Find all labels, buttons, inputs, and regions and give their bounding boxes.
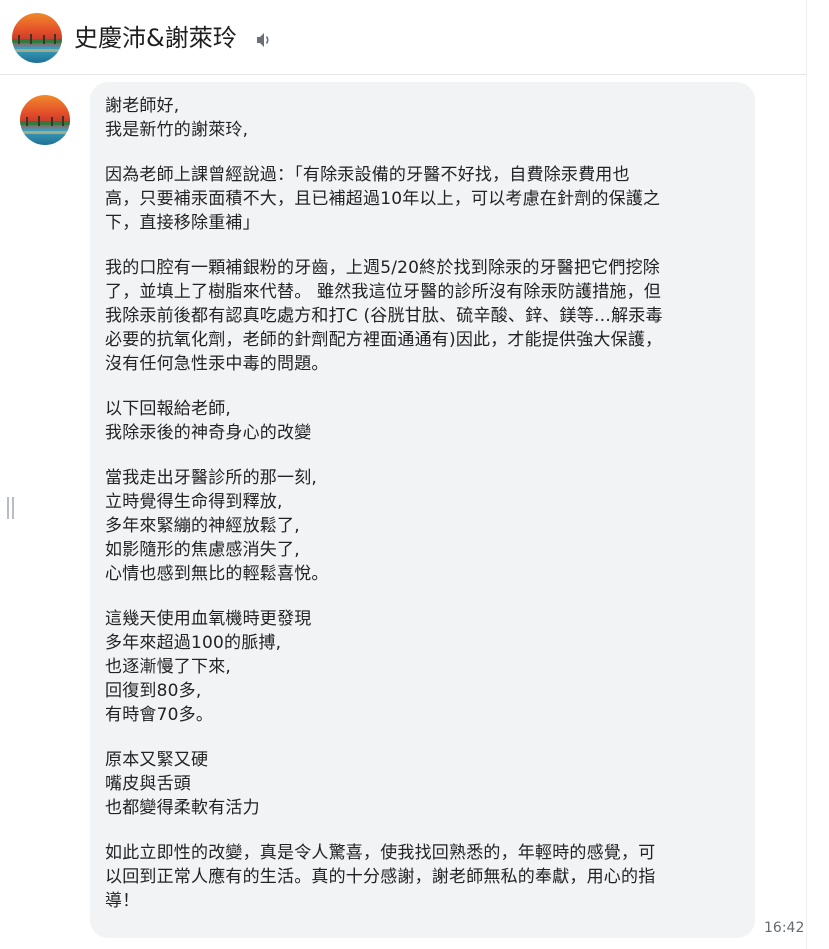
message-line: 立時覺得生命得到釋放,	[105, 492, 283, 512]
message-line: 也都變得柔軟有活力	[105, 798, 260, 818]
message-line: 以下回報給老師,	[105, 399, 232, 419]
message-line: 謝老師好,	[105, 96, 180, 116]
message-line: 以回到正常人應有的生活。真的十分感謝，謝老師無私的奉獻，用心的指	[105, 867, 656, 887]
message-line: 沒有任何急性汞中毒的問題。	[105, 354, 329, 374]
message-paragraph: 這幾天使用血氧機時更發現 多年來超過100的脈搏, 也逐漸慢了下來, 回復到80…	[105, 607, 741, 727]
message-paragraph: 因為老師上課曾經說過：「有除汞設備的牙醫不好找，自費除汞費用也 高，只要補汞面積…	[105, 163, 741, 235]
message-paragraph: 當我走出牙醫診所的那一刻, 立時覺得生命得到釋放, 多年來緊繃的神經放鬆了, 如…	[105, 466, 741, 586]
speaker-icon[interactable]	[255, 31, 273, 49]
message-line: 多年來超過100的脈搏,	[105, 633, 282, 653]
message-line: 我的口腔有一顆補銀粉的牙齒，上週5/20終於找到除汞的牙醫把它們挖除	[105, 258, 660, 278]
message-paragraph: 原本又緊又硬 嘴皮與舌頭 也都變得柔軟有活力	[105, 748, 741, 820]
message-line: 嘴皮與舌頭	[105, 774, 191, 794]
message-line: 回復到80多,	[105, 681, 202, 701]
message-paragraph: 以下回報給老師, 我除汞後的神奇身心的改變	[105, 397, 741, 445]
message-paragraph: 我的口腔有一顆補銀粉的牙齒，上週5/20終於找到除汞的牙醫把它們挖除 了，並填上…	[105, 256, 741, 376]
message-line: 如此立即性的改變，真是令人驚喜，使我找回熟悉的，年輕時的感覺，可	[105, 843, 656, 863]
message-line: 必要的抗氧化劑，老師的針劑配方裡面通通有)因此，才能提供強大保護，	[105, 330, 663, 350]
message-line: 因為老師上課曾經說過：「有除汞設備的牙醫不好找，自費除汞費用也	[105, 165, 630, 185]
message-line: 多年來緊繃的神經放鬆了,	[105, 516, 300, 536]
sender-avatar[interactable]	[20, 95, 70, 145]
message-line: 原本又緊又硬	[105, 750, 209, 770]
message-bubble[interactable]: 謝老師好, 我是新竹的謝萊玲, 因為老師上課曾經說過：「有除汞設備的牙醫不好找，…	[90, 82, 755, 938]
message-line: 這幾天使用血氧機時更發現	[105, 609, 312, 629]
message-line: 也逐漸慢了下來,	[105, 657, 232, 677]
message-line: 當我走出牙醫診所的那一刻,	[105, 468, 318, 488]
message-line: 我除汞前後都有認真吃處方和打C (谷胱甘肽、硫辛酸、鋅、鎂等…解汞毒	[105, 306, 663, 326]
message-paragraph: 謝老師好, 我是新竹的謝萊玲,	[105, 94, 741, 142]
message-line: 如影隨形的焦慮感消失了,	[105, 540, 300, 560]
message-line: 我是新竹的謝萊玲,	[105, 120, 249, 140]
message-line: 導！	[105, 891, 140, 911]
message-line: 了，並填上了樹脂來代替。 雖然我這位牙醫的診所沒有除汞防護措施，但	[105, 282, 662, 302]
message-line: 下，直接移除重補」	[105, 213, 260, 233]
message-timestamp: 16:42	[764, 920, 805, 936]
message-line: 我除汞後的神奇身心的改變	[105, 423, 312, 443]
chat-avatar[interactable]	[12, 13, 62, 63]
chat-area: 謝老師好, 我是新竹的謝萊玲, 因為老師上課曾經說過：「有除汞設備的牙醫不好找，…	[0, 75, 806, 949]
message-line: 高，只要補汞面積不大，且已補超過10年以上，可以考慮在針劑的保護之	[105, 189, 661, 209]
resize-handle[interactable]	[6, 497, 16, 519]
chat-header: 史慶沛&謝萊玲	[0, 0, 806, 75]
window-edge	[806, 0, 829, 949]
chat-title: 史慶沛&謝萊玲	[74, 24, 237, 52]
message-paragraph: 如此立即性的改變，真是令人驚喜，使我找回熟悉的，年輕時的感覺，可 以回到正常人應…	[105, 841, 741, 913]
message-line: 有時會70多。	[105, 705, 214, 725]
message-line: 心情也感到無比的輕鬆喜悅。	[105, 564, 329, 584]
